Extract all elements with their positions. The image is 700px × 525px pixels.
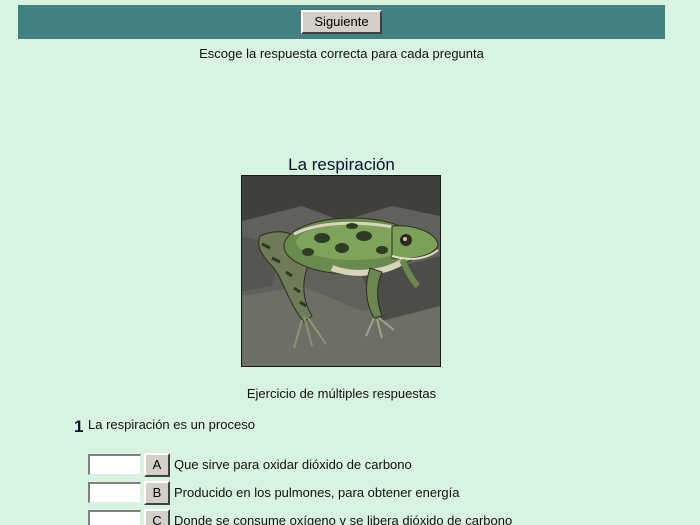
- frog-image: [241, 175, 441, 367]
- exercise-label: Ejercicio de múltiples respuestas: [246, 386, 437, 401]
- option-text-a: Que sirve para oxidar dióxido de carbono: [174, 457, 412, 472]
- option-text-b: Producido en los pulmones, para obtener …: [174, 485, 460, 500]
- question-text: La respiración es un proceso: [88, 417, 255, 432]
- option-button-b[interactable]: B: [144, 481, 170, 505]
- next-button[interactable]: Siguiente: [301, 10, 382, 34]
- option-button-c[interactable]: C: [144, 509, 170, 525]
- answer-input-c[interactable]: [88, 510, 141, 525]
- answer-input-b[interactable]: [88, 482, 141, 503]
- instructions-text: Escoge la respuesta correcta para cada p…: [199, 46, 484, 61]
- option-text-c: Donde se consume oxígeno y se libera dió…: [174, 513, 513, 525]
- quiz-page: Siguiente Escoge la respuesta correcta p…: [0, 0, 700, 525]
- question-number: 1: [74, 417, 84, 436]
- option-button-a[interactable]: A: [144, 453, 170, 477]
- frog-photo-icon: [242, 176, 440, 366]
- answer-input-a[interactable]: [88, 454, 141, 475]
- section-title: La respiración: [288, 155, 395, 174]
